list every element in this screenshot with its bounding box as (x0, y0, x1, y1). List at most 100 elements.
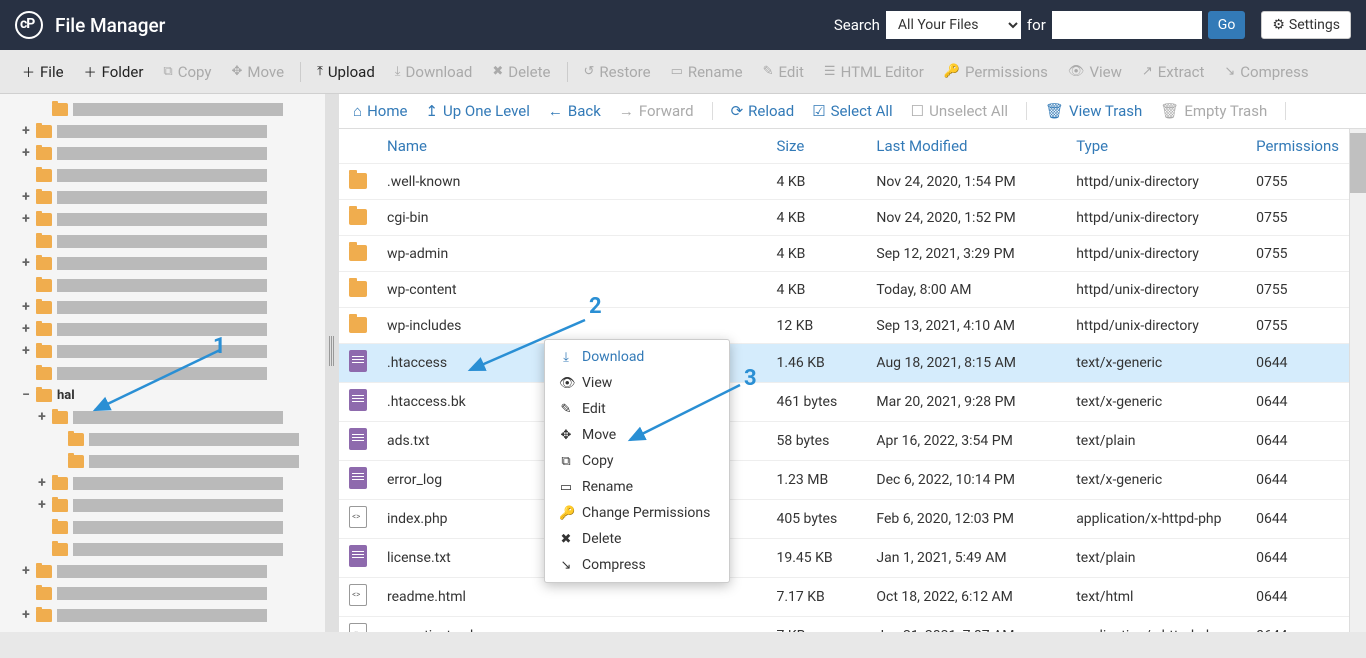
context-copy[interactable]: ⧉Copy (545, 448, 729, 474)
table-row[interactable]: index.php405 bytesFeb 6, 2020, 12:03 PMa… (339, 500, 1349, 539)
toolbar-folder[interactable]: ＋Folder (74, 56, 154, 87)
cell-name: wp-activate.php (377, 617, 766, 633)
table-row[interactable]: cgi-bin4 KBNov 24, 2020, 1:52 PMhttpd/un… (339, 200, 1349, 236)
context-download[interactable]: ⤓Download (545, 344, 729, 370)
col-name[interactable]: Name (377, 129, 766, 164)
search-scope-select[interactable]: All Your Files (886, 11, 1021, 39)
tree-item[interactable] (0, 516, 325, 538)
tree-item[interactable]: + (0, 560, 325, 582)
tree-item[interactable]: + (0, 120, 325, 142)
table-row[interactable]: wp-includes12 KBSep 13, 2021, 4:10 AMhtt… (339, 308, 1349, 344)
table-row[interactable]: readme.html7.17 KBOct 18, 2022, 6:12 AMt… (339, 578, 1349, 617)
context-edit[interactable]: ✎Edit (545, 396, 729, 422)
tree-expander-icon[interactable]: + (36, 475, 48, 491)
context-change-permissions[interactable]: 🔑Change Permissions (545, 500, 729, 526)
col-type[interactable]: Type (1066, 129, 1246, 164)
doc-icon (349, 389, 367, 411)
tree-item[interactable]: + (0, 142, 325, 164)
table-row[interactable]: ads.txt58 bytesApr 16, 2022, 3:54 PMtext… (339, 422, 1349, 461)
context-delete[interactable]: ✖Delete (545, 526, 729, 552)
tree-item[interactable]: + (0, 494, 325, 516)
search-input[interactable] (1052, 11, 1202, 39)
tree-item[interactable]: + (0, 208, 325, 230)
redacted-label (57, 257, 267, 270)
cell-name: .well-known (377, 164, 766, 200)
folder-icon (36, 235, 52, 248)
tree-expander-icon[interactable]: + (20, 607, 32, 623)
table-row[interactable]: error_log1.23 MBDec 6, 2022, 10:14 PMtex… (339, 461, 1349, 500)
tree-item[interactable] (0, 274, 325, 296)
col-perms[interactable]: Permissions (1246, 129, 1349, 164)
toolbar-file[interactable]: ＋File (12, 56, 74, 87)
search-go-button[interactable]: Go (1208, 11, 1246, 39)
splitter-handle[interactable] (325, 94, 339, 632)
folder-icon: ＋ (84, 62, 97, 81)
rename-icon: ▭ (559, 480, 573, 495)
table-row[interactable]: wp-admin4 KBSep 12, 2021, 3:29 PMhttpd/u… (339, 236, 1349, 272)
tree-expander-icon[interactable]: + (20, 255, 32, 271)
tree-item[interactable]: + (0, 340, 325, 362)
tree-item[interactable] (0, 230, 325, 252)
tree-expander-icon[interactable]: − (20, 387, 32, 403)
vertical-scrollbar[interactable] (1349, 129, 1366, 632)
tree-item[interactable] (0, 450, 325, 472)
tree-item[interactable] (0, 538, 325, 560)
tree-expander-icon[interactable]: + (20, 145, 32, 161)
tree-item[interactable]: + (0, 604, 325, 626)
tree-item[interactable]: + (0, 252, 325, 274)
tree-expander-icon[interactable]: + (20, 321, 32, 337)
tree-expander-icon[interactable]: + (20, 189, 32, 205)
tree-item[interactable] (0, 428, 325, 450)
tree-expander-icon[interactable]: + (20, 299, 32, 315)
context-move[interactable]: ✥Move (545, 422, 729, 448)
action-home[interactable]: ⌂Home (353, 102, 407, 120)
action-back[interactable]: ←Back (548, 102, 601, 120)
cell-size: 461 bytes (766, 383, 866, 422)
tree-item[interactable] (0, 164, 325, 186)
action-view-trash[interactable]: 🗑View Trash (1045, 102, 1142, 120)
cell-type: text/x-generic (1066, 383, 1246, 422)
tree-item[interactable] (0, 362, 325, 384)
tree-item[interactable]: + (0, 186, 325, 208)
col-icon[interactable] (339, 129, 377, 164)
tree-expander-icon[interactable]: + (20, 563, 32, 579)
tree-expander-icon[interactable]: + (20, 123, 32, 139)
tree-expander-icon[interactable]: + (20, 343, 32, 359)
col-size[interactable]: Size (766, 129, 866, 164)
context-view[interactable]: 👁View (545, 370, 729, 396)
tree-item[interactable]: + (0, 472, 325, 494)
tree-expander-icon[interactable]: + (20, 211, 32, 227)
cell-name: wp-content (377, 272, 766, 308)
table-row[interactable]: .well-known4 KBNov 24, 2020, 1:54 PMhttp… (339, 164, 1349, 200)
folder-icon (36, 213, 52, 226)
app-header: File Manager Search All Your Files for G… (0, 0, 1366, 50)
col-modified[interactable]: Last Modified (866, 129, 1066, 164)
table-row[interactable]: license.txt19.45 KBJan 1, 2021, 5:49 AMt… (339, 539, 1349, 578)
tree-expander-icon[interactable]: + (36, 497, 48, 513)
settings-button[interactable]: ⚙ Settings (1261, 11, 1351, 39)
tree-item[interactable]: + (0, 406, 325, 428)
table-row[interactable]: wp-activate.php7 KBJan 21, 2021, 7:07 AM… (339, 617, 1349, 633)
table-row[interactable]: .htaccess.bk461 bytesMar 20, 2021, 9:28 … (339, 383, 1349, 422)
tree-item[interactable]: + (0, 318, 325, 340)
toolbar-upload[interactable]: ⤒Upload (307, 57, 385, 87)
action-select-all[interactable]: ☑Select All (812, 102, 892, 120)
tree-label: hal (57, 388, 75, 403)
tree-item[interactable]: − hal (0, 384, 325, 406)
tree-item[interactable]: + (0, 296, 325, 318)
folder-icon (52, 103, 68, 116)
tree-expander-icon[interactable]: + (36, 409, 48, 425)
action-up-one-level[interactable]: ↥Up One Level (425, 102, 529, 120)
table-row[interactable]: wp-content4 KBToday, 8:00 AMhttpd/unix-d… (339, 272, 1349, 308)
table-row[interactable]: .htaccess1.46 KBAug 18, 2021, 8:15 AMtex… (339, 344, 1349, 383)
tree-item[interactable] (0, 582, 325, 604)
action-reload[interactable]: ⟳Reload (731, 102, 795, 120)
context-rename[interactable]: ▭Rename (545, 474, 729, 500)
cell-perms: 0644 (1246, 539, 1349, 578)
tree-item[interactable] (0, 98, 325, 120)
folder-tree-sidebar[interactable]: ++++++++−hal+++++ (0, 94, 325, 632)
folder-icon (52, 411, 68, 424)
context-compress[interactable]: ↘Compress (545, 552, 729, 578)
move-icon: ✥ (559, 428, 573, 443)
redacted-label (73, 543, 283, 556)
